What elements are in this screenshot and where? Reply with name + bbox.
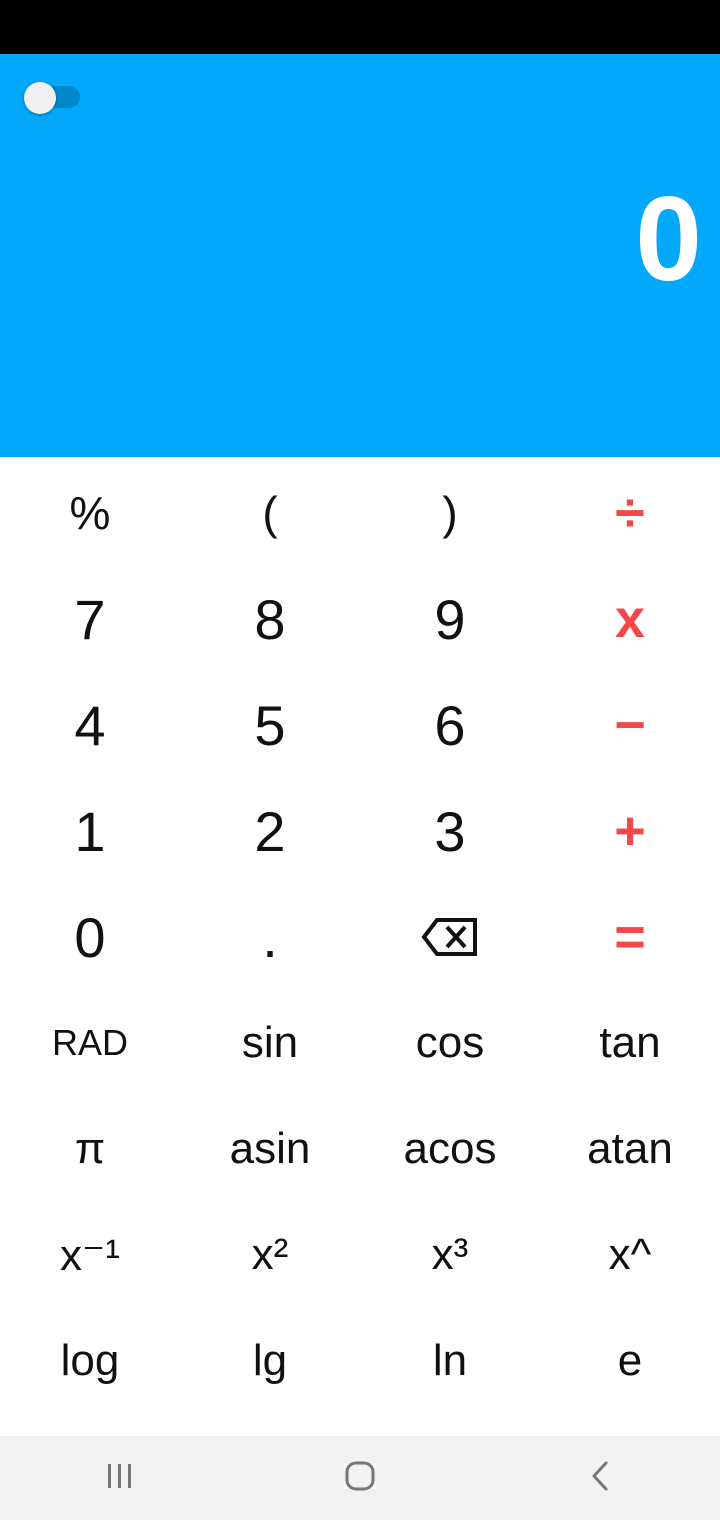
status-bar xyxy=(0,0,720,54)
digit-3-button[interactable]: 3 xyxy=(360,778,540,884)
digit-5-button[interactable]: 5 xyxy=(180,672,360,778)
digit-7-button[interactable]: 7 xyxy=(0,566,180,672)
tan-button[interactable]: tan xyxy=(540,990,720,1096)
subtract-button[interactable]: − xyxy=(540,672,720,778)
ln-button[interactable]: ln xyxy=(360,1308,540,1414)
home-icon xyxy=(344,1460,376,1497)
open-paren-button[interactable]: ( xyxy=(180,460,360,566)
recent-apps-icon xyxy=(105,1462,135,1495)
angle-mode-button[interactable]: RAD xyxy=(0,990,180,1096)
display-panel: 0 xyxy=(0,54,720,457)
reciprocal-button[interactable]: x⁻¹ xyxy=(0,1202,180,1308)
log-button[interactable]: log xyxy=(0,1308,180,1414)
decimal-button[interactable]: . xyxy=(180,884,360,990)
divide-button[interactable]: ÷ xyxy=(540,460,720,566)
navigation-bar xyxy=(0,1436,720,1520)
mode-toggle[interactable] xyxy=(24,82,82,114)
close-paren-button[interactable]: ) xyxy=(360,460,540,566)
keypad: % ( ) ÷ 7 8 9 x 4 5 6 − 1 2 3 + 0 . = RA… xyxy=(0,460,720,1416)
cube-button[interactable]: x³ xyxy=(360,1202,540,1308)
home-button[interactable] xyxy=(320,1448,400,1508)
equals-button[interactable]: = xyxy=(540,884,720,990)
multiply-button[interactable]: x xyxy=(540,566,720,672)
recent-apps-button[interactable] xyxy=(80,1448,160,1508)
digit-0-button[interactable]: 0 xyxy=(0,884,180,990)
digit-8-button[interactable]: 8 xyxy=(180,566,360,672)
result-display: 0 xyxy=(635,172,702,306)
backspace-icon xyxy=(421,917,479,957)
euler-button[interactable]: e xyxy=(540,1308,720,1414)
digit-6-button[interactable]: 6 xyxy=(360,672,540,778)
digit-4-button[interactable]: 4 xyxy=(0,672,180,778)
back-button[interactable] xyxy=(560,1448,640,1508)
cos-button[interactable]: cos xyxy=(360,990,540,1096)
digit-9-button[interactable]: 9 xyxy=(360,566,540,672)
digit-1-button[interactable]: 1 xyxy=(0,778,180,884)
digit-2-button[interactable]: 2 xyxy=(180,778,360,884)
back-icon xyxy=(589,1460,611,1497)
sin-button[interactable]: sin xyxy=(180,990,360,1096)
pi-button[interactable]: π xyxy=(0,1096,180,1202)
toggle-thumb xyxy=(24,82,56,114)
power-button[interactable]: x^ xyxy=(540,1202,720,1308)
atan-button[interactable]: atan xyxy=(540,1096,720,1202)
lg-button[interactable]: lg xyxy=(180,1308,360,1414)
square-button[interactable]: x² xyxy=(180,1202,360,1308)
percent-button[interactable]: % xyxy=(0,460,180,566)
add-button[interactable]: + xyxy=(540,778,720,884)
asin-button[interactable]: asin xyxy=(180,1096,360,1202)
backspace-button[interactable] xyxy=(360,884,540,990)
acos-button[interactable]: acos xyxy=(360,1096,540,1202)
